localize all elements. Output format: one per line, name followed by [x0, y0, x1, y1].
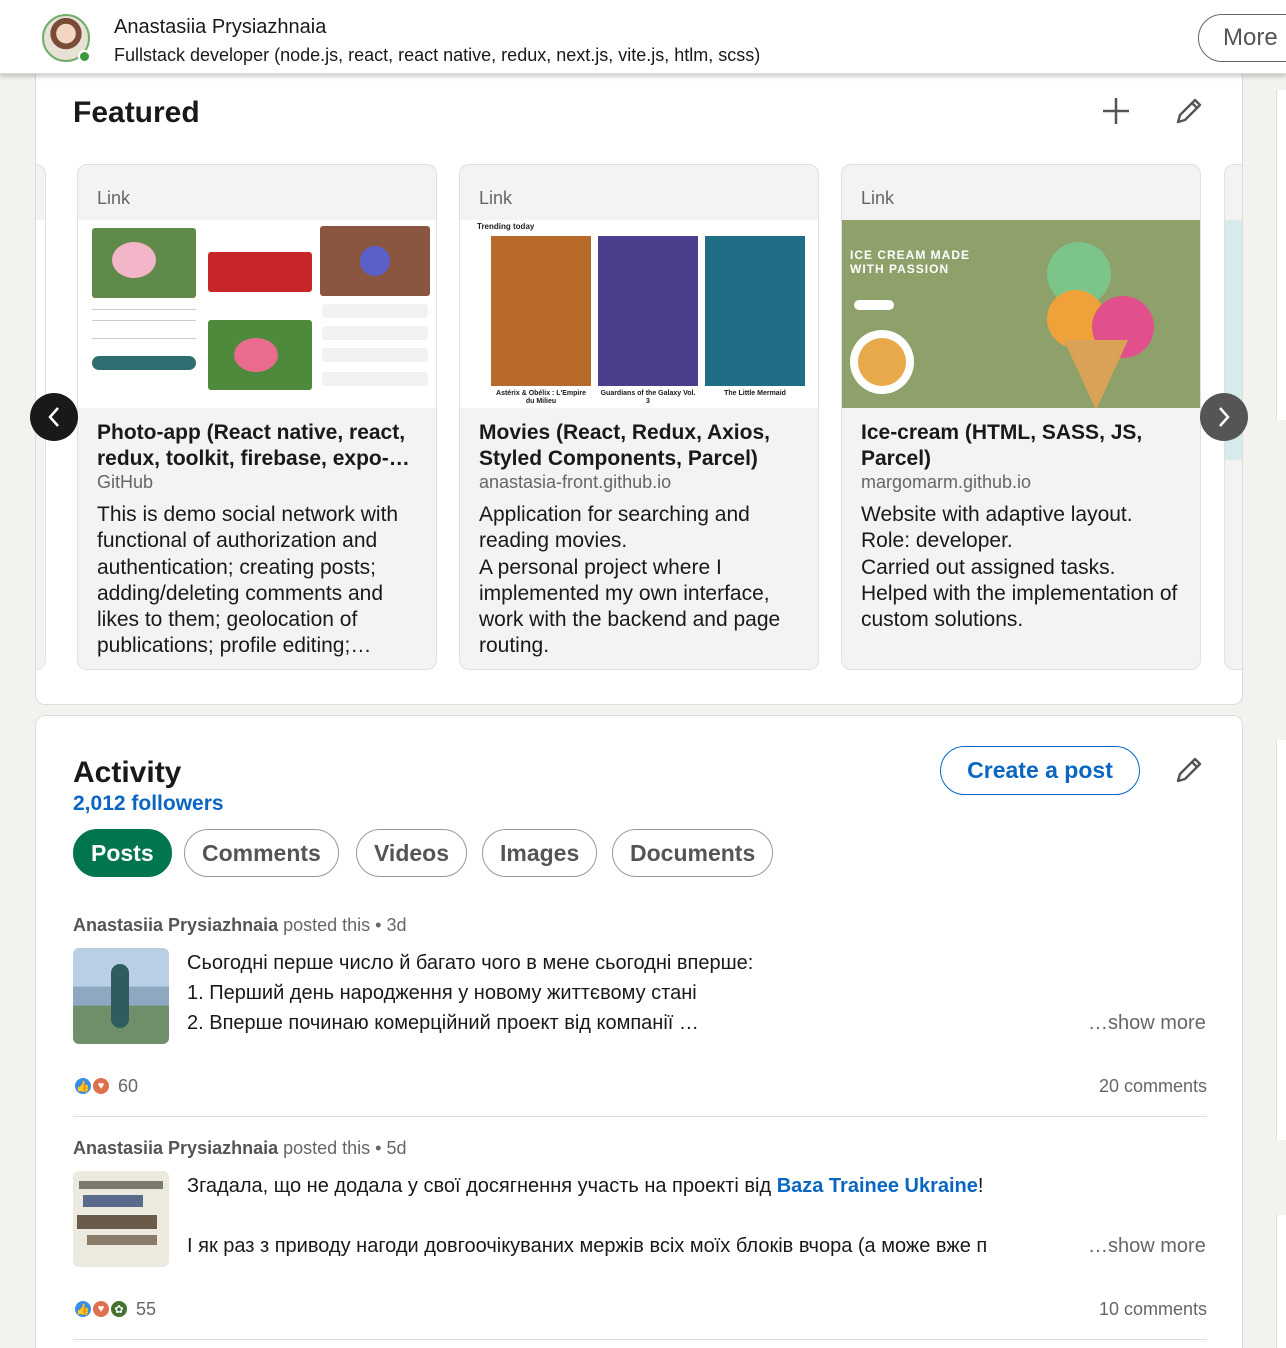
item-description: Website with adaptive layout. Role: deve… — [861, 503, 1178, 632]
comments-count[interactable]: 10 comments — [1007, 1299, 1207, 1320]
photo-peony-image — [92, 228, 196, 298]
item-description: This is demo social network with functio… — [97, 503, 399, 658]
item-type-label: Link — [861, 188, 895, 208]
movie-poster-asterix — [491, 236, 591, 386]
post-meta: Anastasiia Prysiazhnaia posted this • 3d — [73, 915, 407, 935]
post-author[interactable]: Anastasiia Prysiazhnaia — [73, 1138, 278, 1158]
tab-posts[interactable]: Posts — [73, 829, 172, 877]
ice-cream-thumbnail: ICE CREAM MADE WITH PASSION — [842, 220, 1200, 408]
like-reaction-icon: 👍 — [73, 1299, 93, 1319]
movie-caption: Astérix & Obélix : L'Empire du Milieu — [496, 390, 586, 405]
post-image-wordcloud[interactable] — [73, 1171, 169, 1267]
post-text-line: 1. Перший день народження у новому життє… — [187, 982, 697, 1004]
like-reaction-icon: 👍 — [73, 1076, 93, 1096]
edit-activity-button[interactable] — [1169, 750, 1209, 790]
love-reaction-icon: ♥ — [91, 1299, 111, 1319]
pencil-icon — [1176, 98, 1202, 124]
chevron-left-icon — [48, 407, 59, 427]
movie-poster-guardians — [598, 236, 698, 386]
followers-link[interactable]: 2,012 followers — [73, 792, 224, 816]
movie-caption: The Little Mermaid — [724, 390, 786, 397]
add-featured-button[interactable] — [1096, 91, 1136, 131]
edit-featured-button[interactable] — [1169, 91, 1209, 131]
featured-title: Featured — [73, 96, 200, 129]
sticky-profile-header: Anastasiia Prysiazhnaia Fullstack develo… — [0, 0, 1286, 74]
item-description: Application for searching and reading mo… — [479, 503, 781, 658]
featured-item-ice-cream[interactable]: Link ICE CREAM MADE WITH PASSION Ice-cre… — [841, 164, 1201, 670]
post-text-line: Сьогодні перше число й багато чого в мен… — [187, 952, 754, 974]
show-more-link[interactable]: …show more — [1084, 1012, 1206, 1035]
profile-headline: Fullstack developer (node.js, react, rea… — [114, 45, 761, 65]
online-status-dot — [78, 50, 91, 63]
show-more-link[interactable]: …show more — [1084, 1235, 1206, 1258]
post-author[interactable]: Anastasiia Prysiazhnaia — [73, 915, 278, 935]
featured-section: Featured Link Photo-app (React native, r… — [35, 60, 1243, 705]
item-title: Photo-app (React native, react, redux, t… — [97, 421, 410, 470]
item-source: margomarm.github.io — [861, 472, 1032, 492]
tab-videos[interactable]: Videos — [356, 829, 467, 877]
tab-images[interactable]: Images — [482, 829, 598, 877]
plus-icon — [1103, 98, 1129, 124]
right-rail-edge — [1276, 1215, 1286, 1348]
right-rail-edge — [1276, 90, 1286, 420]
mention-link[interactable]: Baza Trainee Ukraine — [777, 1175, 978, 1197]
ice-cream-hero-text: ICE CREAM MADE WITH PASSION — [850, 248, 971, 276]
item-type-label: Link — [97, 188, 131, 208]
activity-section: Activity 2,012 followers Create a post P… — [35, 715, 1243, 1348]
tab-comments[interactable]: Comments — [184, 829, 339, 877]
photo-pink-flowers — [208, 320, 312, 390]
photo-bluebells — [320, 226, 430, 296]
profile-name: Anastasiia Prysiazhnaia — [114, 16, 327, 38]
create-post-button[interactable]: Create a post — [940, 746, 1140, 795]
pencil-icon — [1176, 757, 1202, 783]
activity-title: Activity — [73, 756, 182, 789]
cone-shape — [1064, 340, 1128, 408]
featured-item-movies[interactable]: Link Trending today Astérix & Obélix : L… — [459, 164, 819, 670]
item-source: GitHub — [97, 472, 154, 492]
trending-heading: Trending today — [477, 222, 535, 231]
item-title: Movies (React, Redux, Axios, Styled Comp… — [479, 421, 770, 470]
photo-app-button-shape — [92, 356, 196, 370]
reaction-count[interactable]: 55 — [136, 1299, 156, 1320]
post-image[interactable] — [73, 948, 169, 1044]
right-rail-edge — [1276, 740, 1286, 1140]
movie-caption: Guardians of the Galaxy Vol. 3 — [600, 390, 696, 405]
carousel-next-button[interactable] — [1200, 393, 1248, 441]
post-text-line: 2. Вперше починаю комерційний проект від… — [187, 1012, 699, 1034]
post-divider — [73, 1116, 1207, 1117]
carousel-prev-button[interactable] — [30, 393, 78, 441]
partial-thumbnail — [36, 220, 45, 408]
movie-poster-mermaid — [705, 236, 805, 386]
ice-cream-bowl-image — [850, 330, 914, 394]
movies-thumbnail: Trending today Astérix & Obélix : L'Empi… — [460, 220, 818, 408]
chevron-right-icon — [1219, 407, 1230, 427]
love-reaction-icon: ♥ — [91, 1076, 111, 1096]
comments-count[interactable]: 20 comments — [1007, 1076, 1207, 1097]
photo-app-thumbnail — [78, 220, 436, 408]
support-reaction-icon: ✿ — [109, 1299, 129, 1319]
photo-red-flowers — [208, 252, 312, 292]
reaction-count[interactable]: 60 — [118, 1076, 138, 1097]
featured-item-photo-app[interactable]: Link Photo-app (React native, react, red… — [77, 164, 437, 670]
item-type-label: Link — [479, 188, 513, 208]
more-button[interactable]: More — [1198, 14, 1286, 62]
post-meta: Anastasiia Prysiazhnaia posted this • 5d — [73, 1138, 407, 1158]
tab-documents[interactable]: Documents — [612, 829, 774, 877]
post-text-line: І як раз з приводу нагоди довгоочікувани… — [187, 1235, 988, 1257]
post-divider — [73, 1339, 1207, 1340]
item-source: anastasia-front.github.io — [479, 472, 672, 492]
item-title: Ice-cream (HTML, SASS, JS, Parcel) — [861, 421, 1143, 470]
post-text-line: Згадала, що не додала у свої досягнення … — [187, 1175, 984, 1197]
